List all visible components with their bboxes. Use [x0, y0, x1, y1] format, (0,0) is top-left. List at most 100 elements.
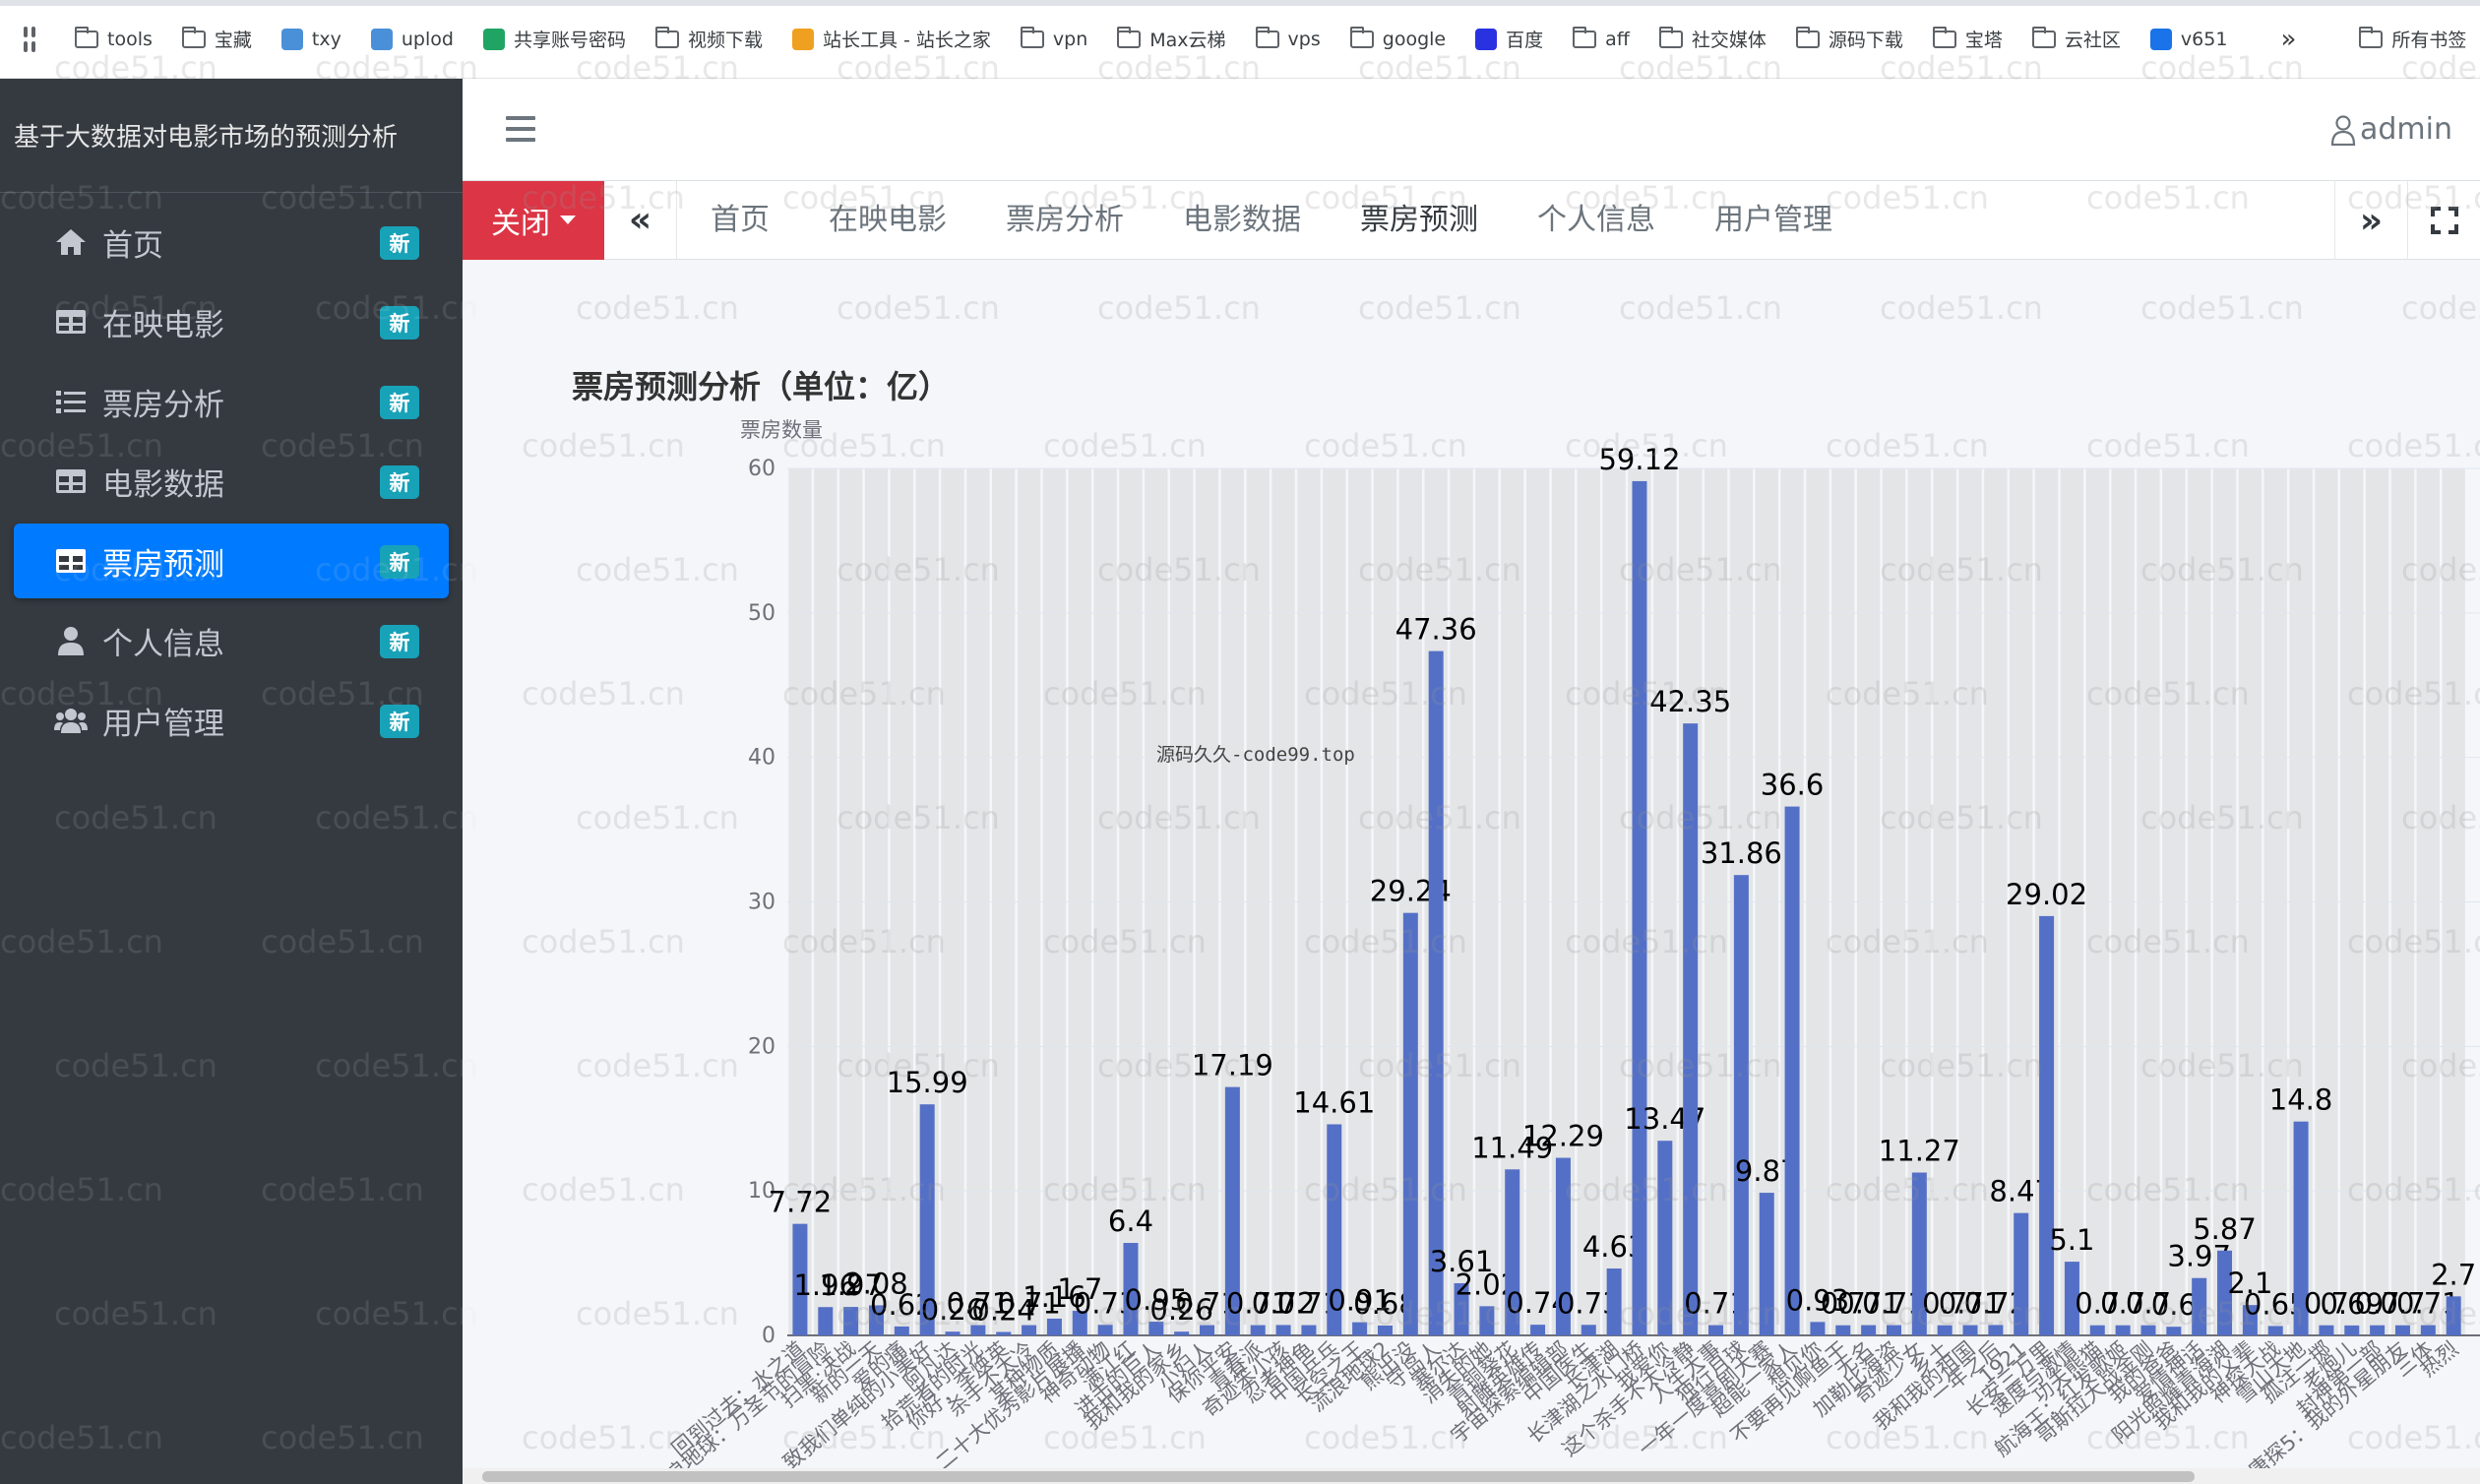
bookmark-label: 共享账号密码 — [513, 30, 626, 51]
folder-icon — [654, 26, 679, 48]
bookmark-item[interactable]: 视频下载 — [654, 26, 763, 52]
sidebar-item-3[interactable]: 票房分析新 — [14, 364, 449, 439]
bar — [1962, 1325, 1978, 1335]
close-tabs-dropdown[interactable]: 关闭 — [463, 180, 604, 260]
bar — [1530, 1325, 1546, 1335]
folder-icon — [1658, 26, 1683, 48]
bookmark-item[interactable]: aff — [1573, 26, 1630, 50]
bookmark-item[interactable]: Max云梯 — [1117, 26, 1226, 52]
bar — [1352, 1322, 1368, 1335]
bookmark-item[interactable]: 源码下载 — [1795, 26, 1903, 52]
sidebar-item-1[interactable]: 首页新 — [14, 205, 449, 279]
scrollbar-thumb[interactable] — [482, 1471, 2195, 1482]
tab-6[interactable]: 个人信息 — [1508, 181, 1685, 260]
apps-grid-icon[interactable] — [24, 26, 35, 52]
bookmark-item[interactable]: 宝藏 — [181, 26, 252, 52]
bar — [1861, 1325, 1877, 1335]
bookmark-label: 云社区 — [2064, 30, 2121, 51]
sidebar-item-4[interactable]: 电影数据新 — [14, 444, 449, 519]
bookmark-item[interactable]: vps — [1255, 26, 1321, 50]
bookmark-item[interactable]: uplod — [370, 28, 454, 50]
bookmark-label: v651 — [2180, 28, 2228, 50]
sidebar-item-5[interactable]: 票房预测新 — [14, 524, 449, 598]
bar — [1097, 1325, 1113, 1335]
site-icon — [791, 28, 814, 50]
bar — [1886, 1325, 1901, 1335]
top-navbar: admin — [463, 79, 2480, 181]
bar — [1479, 1306, 1495, 1335]
bookmark-item[interactable]: 社交媒体 — [1658, 26, 1767, 52]
new-badge: 新 — [380, 386, 419, 419]
tabs-scroll-right-button[interactable]: » — [2334, 181, 2407, 260]
bookmark-label: txy — [311, 28, 341, 50]
user-menu[interactable]: admin — [2330, 112, 2452, 147]
new-badge: 新 — [380, 306, 419, 340]
tab-3[interactable]: 票房分析 — [976, 181, 1153, 260]
new-badge: 新 — [380, 545, 419, 579]
bar-value-label: 0.6 — [2151, 1288, 2197, 1322]
tabs-scroll-left-button[interactable]: « — [604, 180, 677, 260]
bookmark-item[interactable]: 共享账号密码 — [482, 26, 626, 52]
home-icon — [53, 224, 89, 260]
bar — [1402, 912, 1418, 1335]
bookmark-item[interactable]: 站长工具 - 站长之家 — [791, 26, 991, 52]
fullscreen-button[interactable] — [2407, 181, 2480, 260]
bar-value-label: 2.7 — [2431, 1258, 2476, 1291]
bookmark-item[interactable]: txy — [280, 28, 341, 50]
menu-toggle-icon[interactable] — [506, 116, 535, 149]
users-icon — [53, 703, 89, 738]
new-badge: 新 — [380, 465, 419, 499]
bar — [1708, 1325, 1724, 1335]
tab-5[interactable]: 票房预测 — [1331, 181, 1508, 260]
bookmark-label: 宝藏 — [214, 30, 252, 51]
bar — [945, 1331, 961, 1335]
bar — [894, 1326, 909, 1335]
sidebar-item-2[interactable]: 在映电影新 — [14, 284, 449, 359]
bookmark-item[interactable]: 宝塔 — [1932, 26, 2003, 52]
sidebar-item-7[interactable]: 用户管理新 — [14, 683, 449, 758]
all-bookmarks-button[interactable]: 所有书签 — [2359, 26, 2466, 52]
bookmark-item[interactable]: tools — [75, 26, 153, 50]
y-tick-label: 30 — [748, 891, 775, 915]
bar-value-label: 14.8 — [2269, 1083, 2333, 1117]
bar-value-label: 5.1 — [2049, 1223, 2094, 1257]
bar-value-label: 29.02 — [2006, 878, 2087, 911]
bar — [1377, 1326, 1393, 1335]
bookmark-item[interactable]: 百度 — [1475, 26, 1543, 52]
brand-title[interactable]: 基于大数据对电影市场的预测分析 — [0, 79, 463, 193]
tab-1[interactable]: 首页 — [681, 181, 799, 260]
tab-list: 首页 在映电影 票房分析 电影数据 票房预测 个人信息 用户管理 — [677, 181, 1862, 260]
bar — [2446, 1296, 2461, 1335]
bar — [2192, 1277, 2207, 1335]
box-office-chart: 0102030405060票房数量7.72回到过去：水之道1.96流浪地球：万圣… — [646, 418, 2480, 1484]
tab-2[interactable]: 在映电影 — [799, 181, 976, 260]
folder-icon — [181, 26, 206, 48]
horizontal-scrollbar[interactable] — [463, 1468, 2480, 1484]
tab-7[interactable]: 用户管理 — [1685, 181, 1862, 260]
bookmark-item[interactable]: v651 — [2149, 28, 2228, 50]
bar — [1759, 1193, 1774, 1335]
bar — [2039, 915, 2055, 1335]
bar-value-label: 59.12 — [1598, 443, 1680, 476]
bar — [2319, 1325, 2334, 1335]
bookmark-item[interactable]: vpn — [1020, 26, 1087, 50]
bar — [1581, 1325, 1596, 1335]
app-root: tools 宝藏 txy uplod 共享账号密码 视频下载 站长工具 - 站长之家 vpn M… — [0, 0, 2480, 1484]
bookmark-item[interactable]: 云社区 — [2031, 26, 2121, 52]
watermark-secondary: 源码久久-code99.top — [1156, 744, 1355, 766]
more-bookmarks-button[interactable]: » — [2280, 25, 2296, 54]
bookmark-item[interactable]: google — [1349, 26, 1446, 50]
bar — [843, 1307, 859, 1335]
page-tabs-bar: 关闭 « 首页 在映电影 票房分析 电影数据 票房预测 个人信息 用户管理 » — [463, 180, 2480, 260]
main-content: 票房预测分析（单位：亿） 0 10 20 30 40 50 60 票房数量 7.72 回到过去：水… — [463, 260, 2480, 1484]
bar — [1683, 723, 1699, 1335]
folder-icon — [1932, 26, 1956, 48]
tab-4[interactable]: 电影数据 — [1153, 181, 1331, 260]
bookmark-label: 社交媒体 — [1691, 30, 1767, 51]
bar — [996, 1331, 1012, 1335]
bar — [818, 1307, 834, 1335]
bar — [1632, 480, 1647, 1335]
sidebar-item-6[interactable]: 个人信息新 — [14, 603, 449, 678]
bookmark-list: tools 宝藏 txy uplod 共享账号密码 视频下载 站长工具 - 站长之家 vpn M… — [75, 26, 2257, 52]
browser-chrome-edge — [0, 0, 2480, 6]
